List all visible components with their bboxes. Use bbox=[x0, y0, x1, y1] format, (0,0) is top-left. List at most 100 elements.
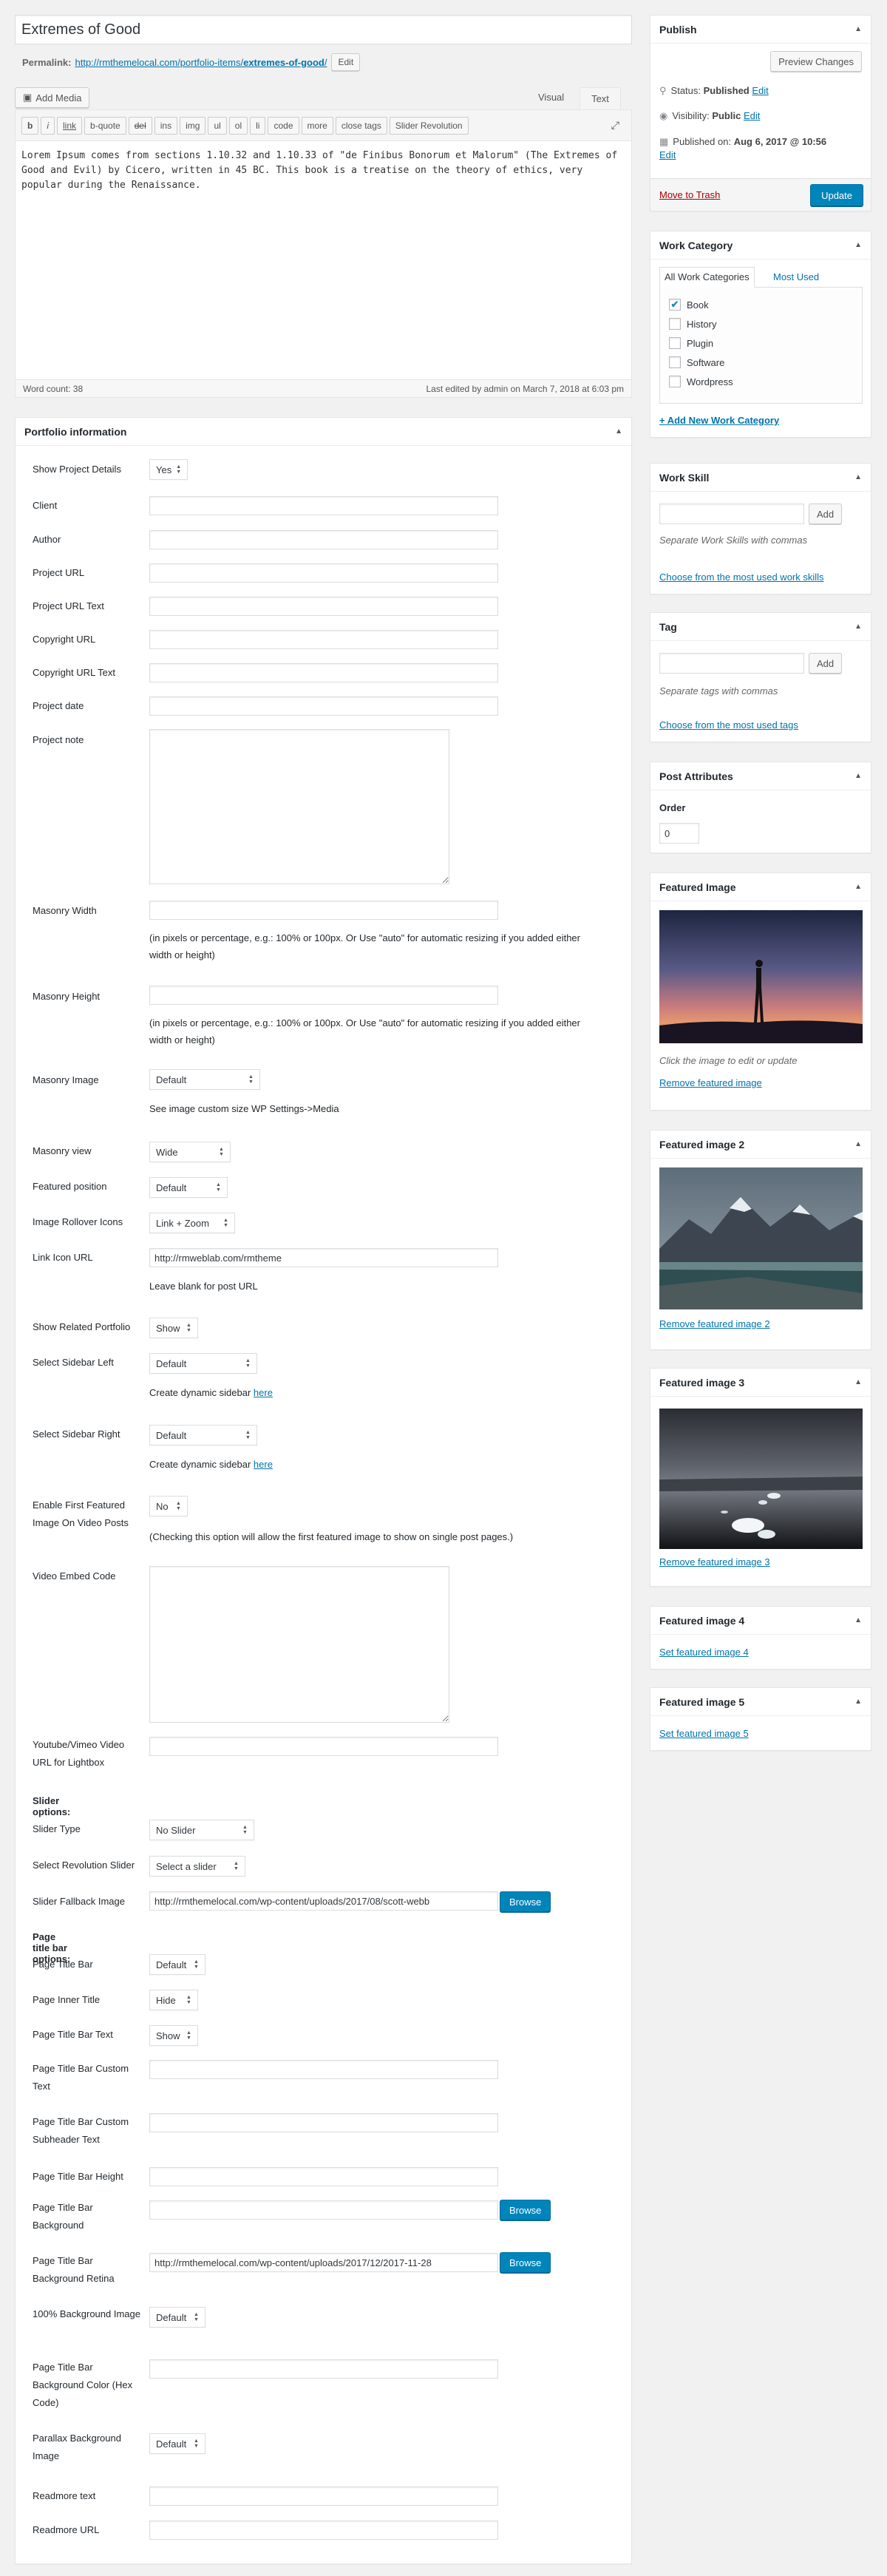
readmore-url-input[interactable] bbox=[149, 2521, 498, 2540]
post-title-input[interactable] bbox=[15, 15, 632, 44]
set-featured-image-4-link[interactable]: Set featured image 4 bbox=[659, 1647, 749, 1658]
quicktag-button[interactable]: more bbox=[301, 116, 333, 135]
project-note-textarea[interactable] bbox=[149, 729, 449, 884]
masonry-width-input[interactable] bbox=[149, 901, 498, 920]
quicktag-button[interactable]: li bbox=[250, 116, 266, 135]
published-edit-link[interactable]: Edit bbox=[659, 149, 676, 160]
editor-textarea[interactable]: Lorem Ipsum comes from sections 1.10.32 … bbox=[16, 141, 631, 366]
project-url-input[interactable] bbox=[149, 563, 498, 583]
quicktag-button[interactable]: code bbox=[268, 116, 299, 135]
remove-featured-image-link[interactable]: Remove featured image bbox=[659, 1077, 762, 1088]
choose-tags-link[interactable]: Choose from the most used tags bbox=[659, 719, 798, 731]
tab-all-work-categories[interactable]: All Work Categories bbox=[659, 267, 755, 288]
preview-changes-button[interactable]: Preview Changes bbox=[770, 51, 862, 72]
page-title-bar-background-retina-input[interactable] bbox=[149, 2253, 498, 2272]
choose-work-skills-link[interactable]: Choose from the most used work skills bbox=[659, 572, 824, 583]
category-checkbox[interactable]: ✔ bbox=[669, 299, 681, 311]
collapse-arrow-icon[interactable]: ▲ bbox=[854, 883, 862, 891]
tag-input[interactable] bbox=[659, 653, 804, 674]
tab-most-used[interactable]: Most Used bbox=[773, 271, 819, 282]
tag-header[interactable]: Tag ▲ bbox=[650, 613, 871, 641]
slider-type-select[interactable]: No Slider ▲▼ bbox=[149, 1820, 254, 1840]
show-project-details-select[interactable]: Yes ▲▼ bbox=[149, 459, 188, 480]
masonry-image-select[interactable]: Default ▲▼ bbox=[149, 1069, 260, 1090]
remove-featured-image-2-link[interactable]: Remove featured image 2 bbox=[659, 1318, 770, 1329]
featured-image-thumbnail[interactable] bbox=[659, 910, 863, 1043]
collapse-arrow-icon[interactable]: ▲ bbox=[854, 1698, 862, 1706]
page-title-bar-background-browse-button[interactable]: Browse bbox=[500, 2200, 551, 2220]
work-skill-header[interactable]: Work Skill ▲ bbox=[650, 464, 871, 492]
quicktag-button[interactable]: ul bbox=[208, 116, 227, 135]
background-100-select[interactable]: Default ▲▼ bbox=[149, 2307, 205, 2328]
permalink-link[interactable]: http://rmthemelocal.com/portfolio-items/… bbox=[75, 57, 327, 68]
author-input[interactable] bbox=[149, 530, 498, 549]
featured-image-5-header[interactable]: Featured image 5 ▲ bbox=[650, 1688, 871, 1716]
quicktag-button[interactable]: ins bbox=[154, 116, 178, 135]
copyright-url-text-input[interactable] bbox=[149, 663, 498, 682]
masonry-view-select[interactable]: Wide ▲▼ bbox=[149, 1142, 231, 1162]
featured-image-header[interactable]: Featured Image ▲ bbox=[650, 873, 871, 901]
quicktag-button[interactable]: del bbox=[128, 116, 152, 135]
sidebar-right-select[interactable]: Default ▲▼ bbox=[149, 1425, 257, 1445]
featured-image-4-header[interactable]: Featured image 4 ▲ bbox=[650, 1607, 871, 1635]
page-inner-title-select[interactable]: Hide ▲▼ bbox=[149, 1990, 198, 2010]
page-title-bar-background-retina-browse-button[interactable]: Browse bbox=[500, 2252, 551, 2273]
status-edit-link[interactable]: Edit bbox=[752, 85, 768, 96]
slider-fallback-input[interactable] bbox=[149, 1891, 498, 1911]
featured-position-select[interactable]: Default ▲▼ bbox=[149, 1177, 228, 1198]
add-new-work-category-link[interactable]: + Add New Work Category bbox=[659, 415, 779, 426]
quicktag-button[interactable]: close tags bbox=[335, 116, 387, 135]
sidebar-right-here-link[interactable]: here bbox=[254, 1459, 273, 1470]
featured-image-2-thumbnail[interactable] bbox=[659, 1167, 863, 1309]
enable-first-featured-select[interactable]: No ▲▼ bbox=[149, 1496, 188, 1516]
project-date-input[interactable] bbox=[149, 696, 498, 716]
page-title-bar-text-select[interactable]: Show ▲▼ bbox=[149, 2025, 198, 2046]
collapse-arrow-icon[interactable]: ▲ bbox=[854, 1616, 862, 1624]
category-item[interactable]: History bbox=[669, 314, 853, 333]
work-skill-add-button[interactable]: Add bbox=[809, 504, 843, 524]
fullscreen-icon[interactable]: ⤢ bbox=[611, 119, 619, 132]
work-skill-input[interactable] bbox=[659, 504, 804, 524]
page-title-bar-color-input[interactable] bbox=[149, 2359, 498, 2379]
collapse-arrow-icon[interactable]: ▲ bbox=[854, 772, 862, 780]
collapse-arrow-icon[interactable]: ▲ bbox=[854, 241, 862, 249]
quicktag-button[interactable]: link bbox=[57, 116, 83, 135]
masonry-height-input[interactable] bbox=[149, 986, 498, 1005]
quicktag-button[interactable]: b-quote bbox=[84, 116, 126, 135]
page-title-bar-height-input[interactable] bbox=[149, 2167, 498, 2186]
category-item[interactable]: ✔ Book bbox=[669, 295, 853, 314]
quicktag-button[interactable]: i bbox=[41, 116, 55, 135]
update-button[interactable]: Update bbox=[810, 184, 863, 206]
category-checkbox[interactable] bbox=[669, 356, 681, 368]
copyright-url-input[interactable] bbox=[149, 630, 498, 649]
order-input[interactable] bbox=[659, 823, 699, 844]
show-related-select[interactable]: Show ▲▼ bbox=[149, 1318, 198, 1338]
category-item[interactable]: Software bbox=[669, 353, 853, 372]
rev-slider-select[interactable]: Select a slider ▲▼ bbox=[149, 1856, 245, 1877]
portfolio-box-header[interactable]: Portfolio information ▲ bbox=[16, 418, 631, 446]
youtube-input[interactable] bbox=[149, 1737, 498, 1756]
permalink-edit-button[interactable]: Edit bbox=[331, 53, 361, 71]
sidebar-left-select[interactable]: Default ▲▼ bbox=[149, 1353, 257, 1374]
category-item[interactable]: Plugin bbox=[669, 333, 853, 353]
collapse-arrow-icon[interactable]: ▲ bbox=[854, 1378, 862, 1386]
visibility-edit-link[interactable]: Edit bbox=[744, 110, 760, 121]
move-to-trash-link[interactable]: Move to Trash bbox=[659, 189, 720, 200]
publish-header[interactable]: Publish ▲ bbox=[650, 16, 871, 44]
quicktag-button[interactable]: b bbox=[21, 116, 39, 135]
add-media-button[interactable]: ▣ Add Media bbox=[15, 87, 90, 108]
slider-fallback-browse-button[interactable]: Browse bbox=[500, 1891, 551, 1912]
tab-text[interactable]: Text bbox=[580, 87, 621, 109]
readmore-text-input[interactable] bbox=[149, 2487, 498, 2506]
post-attributes-header[interactable]: Post Attributes ▲ bbox=[650, 762, 871, 790]
collapse-arrow-icon[interactable]: ▲ bbox=[615, 427, 622, 435]
page-title-bar-custom-subheader-input[interactable] bbox=[149, 2113, 498, 2132]
collapse-arrow-icon[interactable]: ▲ bbox=[854, 623, 862, 631]
quicktag-button[interactable]: Slider Revolution bbox=[389, 116, 469, 135]
featured-image-3-header[interactable]: Featured image 3 ▲ bbox=[650, 1369, 871, 1397]
quicktag-button[interactable]: img bbox=[180, 116, 206, 135]
quicktag-button[interactable]: ol bbox=[228, 116, 248, 135]
featured-image-2-header[interactable]: Featured image 2 ▲ bbox=[650, 1131, 871, 1159]
category-checkbox[interactable] bbox=[669, 337, 681, 349]
collapse-arrow-icon[interactable]: ▲ bbox=[854, 473, 862, 481]
